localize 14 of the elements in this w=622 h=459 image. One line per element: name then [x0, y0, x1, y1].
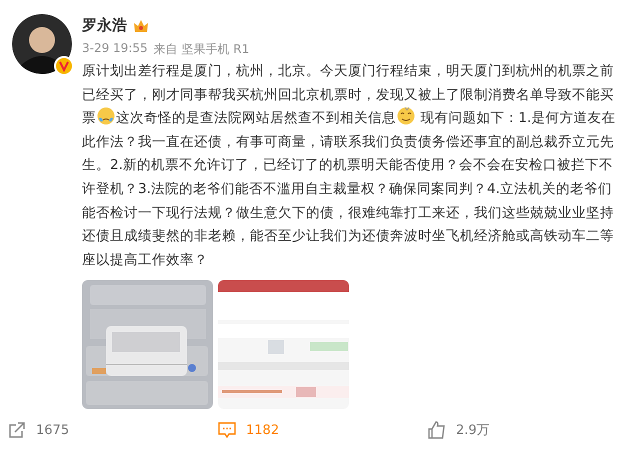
repost-count[interactable]: 1675	[36, 422, 70, 438]
share-icon	[8, 421, 26, 440]
comment-icon	[218, 421, 236, 440]
post-source: 来自 坚果手机 R1	[154, 41, 250, 58]
comment-count[interactable]: 1182	[246, 422, 280, 438]
dizzy-emoji-icon	[397, 107, 415, 126]
crying-emoji-icon	[97, 107, 115, 126]
avatar[interactable]	[12, 14, 72, 74]
post-time[interactable]: 3-29 19:55	[82, 41, 148, 58]
username[interactable]: 罗永浩	[82, 16, 127, 35]
thumbs-up-icon	[428, 421, 446, 440]
like-count[interactable]: 2.9万	[456, 421, 490, 440]
post-text: 原计划出差行程是厦门，杭州，北京。今天厦门行程结束，明天厦门到杭州的机票之前已经买了，刚才同事帮我买杭州回北京机票时，发现又被上了限制消费名单导致不能买票 这次奇怪的是查法院网站居然查不到相关信息 现有问题如下：1.是何方道友在此作法？我一直在还债，有事可商量，请联系我们负责债务偿还事宜的副总裁乔立元先生。2.新的机票不允许订了，已经订了的机票明天能否使用？会不会在安检口被拦下不许登机？3.法院的老爷们能否不滥用自主裁量权？确保同案同判？4.立法机关的老爷们能否检讨一下现行法规？做生意欠下的债，很难纯靠打工来还，我们这些兢兢业业坚持还债且成绩斐然的非老赖，能否至少让我们为还债奔波时坐飞机经济舱或高铁动车二等座以提高工作效率？	[82, 62, 616, 270]
crown-icon	[133, 18, 149, 32]
